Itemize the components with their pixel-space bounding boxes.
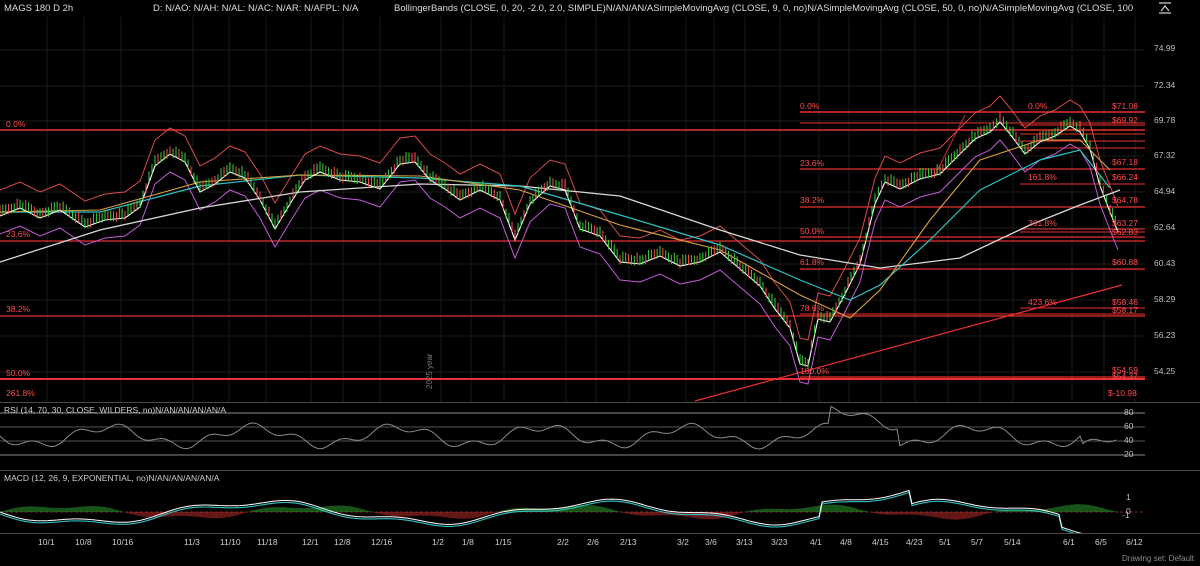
year-marker: 2025 year xyxy=(425,353,434,389)
drawing-set-label[interactable]: Drawing set: Default xyxy=(1122,553,1194,564)
date-axis-label: 2/2 xyxy=(557,537,569,547)
fibonacci-retracement[interactable] xyxy=(0,111,1145,380)
price-tag: $66.24 xyxy=(1112,172,1138,182)
price-axis-label: 64.94 xyxy=(1154,186,1176,196)
trend-line[interactable] xyxy=(694,114,1123,402)
date-axis-label: 3/2 xyxy=(677,537,689,547)
price-axis-label: 54.25 xyxy=(1154,366,1176,376)
fib-label-right-61-8: 61.8% xyxy=(800,257,825,267)
symbol-period-label[interactable]: MAGS 180 D 2h xyxy=(4,3,73,14)
fib-label-23-6: 23.6% xyxy=(6,229,31,239)
rsi-axis-label: 20 xyxy=(1124,449,1134,459)
date-axis-label: 1/2 xyxy=(432,537,444,547)
date-axis-label: 3/23 xyxy=(771,537,788,547)
date-axis-label: 6/1 xyxy=(1063,537,1075,547)
date-axis-label: 6/5 xyxy=(1095,537,1107,547)
sma-50-line xyxy=(0,139,1111,319)
price-tag: $54.37 xyxy=(1112,371,1138,381)
date-axis-label: 11/3 xyxy=(184,537,200,547)
macd-signal-line xyxy=(0,491,1075,533)
sma-9-line xyxy=(0,121,1119,367)
fib-label-right-78-6: 78.6% xyxy=(800,303,825,313)
date-axis-label: 4/1 xyxy=(810,537,822,547)
date-axis-label: 3/13 xyxy=(736,537,753,547)
rsi-title[interactable]: RSI (14, 70, 30, CLOSE, WILDERS, no)N/AN… xyxy=(4,405,226,416)
fib-label-0: 0.0% xyxy=(6,119,26,129)
sma-100-line xyxy=(0,149,1111,301)
date-axis-label: 5/7 xyxy=(971,537,983,547)
date-axis-label: 4/8 xyxy=(840,537,852,547)
price-tag: $58.17 xyxy=(1112,305,1138,315)
bollinger-upper-band xyxy=(0,95,1119,341)
date-axis-label: 12/8 xyxy=(334,537,351,547)
date-axis-label: 1/15 xyxy=(495,537,512,547)
date-axis-label: 2/6 xyxy=(587,537,599,547)
date-axis-label: 10/1 xyxy=(38,537,55,547)
date-axis-label: 12/1 xyxy=(302,537,319,547)
fib-label-right-161-8: 161.8% xyxy=(1028,172,1057,182)
quote-info: D: N/AO: N/AH: N/AL: N/AC: N/AR: N/AFPL:… xyxy=(153,3,359,14)
rsi-axis-label: 80 xyxy=(1124,407,1134,417)
fib-label-right-50: 50.0% xyxy=(800,226,825,236)
date-axis-label: 4/23 xyxy=(906,537,923,547)
price-series xyxy=(0,95,1121,385)
date-axis-label: 11/18 xyxy=(257,537,278,547)
chart-window: MAGS 180 D 2h D: N/AO: N/AH: N/AL: N/AC:… xyxy=(0,0,1200,565)
date-axis-label: 12/16 xyxy=(371,537,393,547)
date-axis-label: 11/10 xyxy=(220,537,241,547)
bollinger-lower-band xyxy=(0,139,1119,385)
fib-label-50: 50.0% xyxy=(6,368,31,378)
rsi-axis-label: 40 xyxy=(1124,435,1134,445)
sma-200-line xyxy=(0,183,1121,269)
price-axis-label: 74.99 xyxy=(1154,43,1176,53)
price-axis-label: 72.34 xyxy=(1154,80,1176,90)
date-axis-label: 2/13 xyxy=(620,537,637,547)
fib-label-261-8: 261.8% xyxy=(6,388,35,398)
macd-axis-label: -1 xyxy=(1122,510,1130,520)
fib-label-right-0a: 0.0% xyxy=(800,101,820,111)
fib-label-38-2: 38.2% xyxy=(6,304,31,314)
price-tag: $71.08 xyxy=(1112,101,1138,111)
price-axis-label: 58.29 xyxy=(1154,294,1176,304)
chart-settings-icon[interactable] xyxy=(1158,2,1172,14)
price-axis-label: 62.64 xyxy=(1154,222,1176,232)
macd-axis-label: 1 xyxy=(1126,492,1131,502)
price-tag: $60.88 xyxy=(1112,257,1138,267)
price-axis-label: 69.78 xyxy=(1154,115,1176,125)
price-tag: $67.18 xyxy=(1112,157,1138,167)
price-axis-label: 67.32 xyxy=(1154,150,1176,160)
date-axis-label: 5/1 xyxy=(939,537,951,547)
fib-label-right-361-8: 361.8% xyxy=(1028,218,1057,228)
price-chart[interactable]: 2025 year xyxy=(0,17,1200,402)
price-tag: $69.92 xyxy=(1112,115,1138,125)
date-axis-label: 3/6 xyxy=(705,537,717,547)
studies-label[interactable]: BollingerBands (CLOSE, 0, 20, -2.0, 2.0,… xyxy=(394,3,1134,14)
fib-label-right-23-6: 23.6% xyxy=(800,158,825,168)
date-axis-label: 5/14 xyxy=(1004,537,1021,547)
rsi-axis-label: 60 xyxy=(1124,421,1134,431)
macd-title[interactable]: MACD (12, 26, 9, EXPONENTIAL, no)N/AN/AN… xyxy=(4,473,219,484)
date-axis-label: 1/8 xyxy=(462,537,474,547)
date-axis-label: 6/12 xyxy=(1126,537,1143,547)
date-axis[interactable]: 10/1 10/8 10/16 11/3 11/10 11/18 12/1 12/8 12/16… xyxy=(0,533,1200,566)
expand-chart-icon xyxy=(1159,2,1171,14)
fib-label-right-38-2: 38.2% xyxy=(800,195,825,205)
date-axis-label: 4/15 xyxy=(872,537,889,547)
date-axis-label: 10/16 xyxy=(112,537,134,547)
price-tag: $62.83 xyxy=(1112,227,1138,237)
price-axis-label: 60.43 xyxy=(1154,258,1176,268)
fib-label-right-0b: 0.0% xyxy=(1028,101,1048,111)
chart-header: MAGS 180 D 2h D: N/AO: N/AH: N/AL: N/AC:… xyxy=(0,0,1200,16)
price-tag: $-10.98 xyxy=(1108,388,1137,398)
price-axis-label: 56.23 xyxy=(1154,330,1176,340)
fib-label-right-423-6: 423.6% xyxy=(1028,297,1057,307)
fib-label-right-100: 100.0% xyxy=(800,366,829,376)
price-tag: $64.78 xyxy=(1112,195,1138,205)
date-axis-label: 10/8 xyxy=(75,537,92,547)
